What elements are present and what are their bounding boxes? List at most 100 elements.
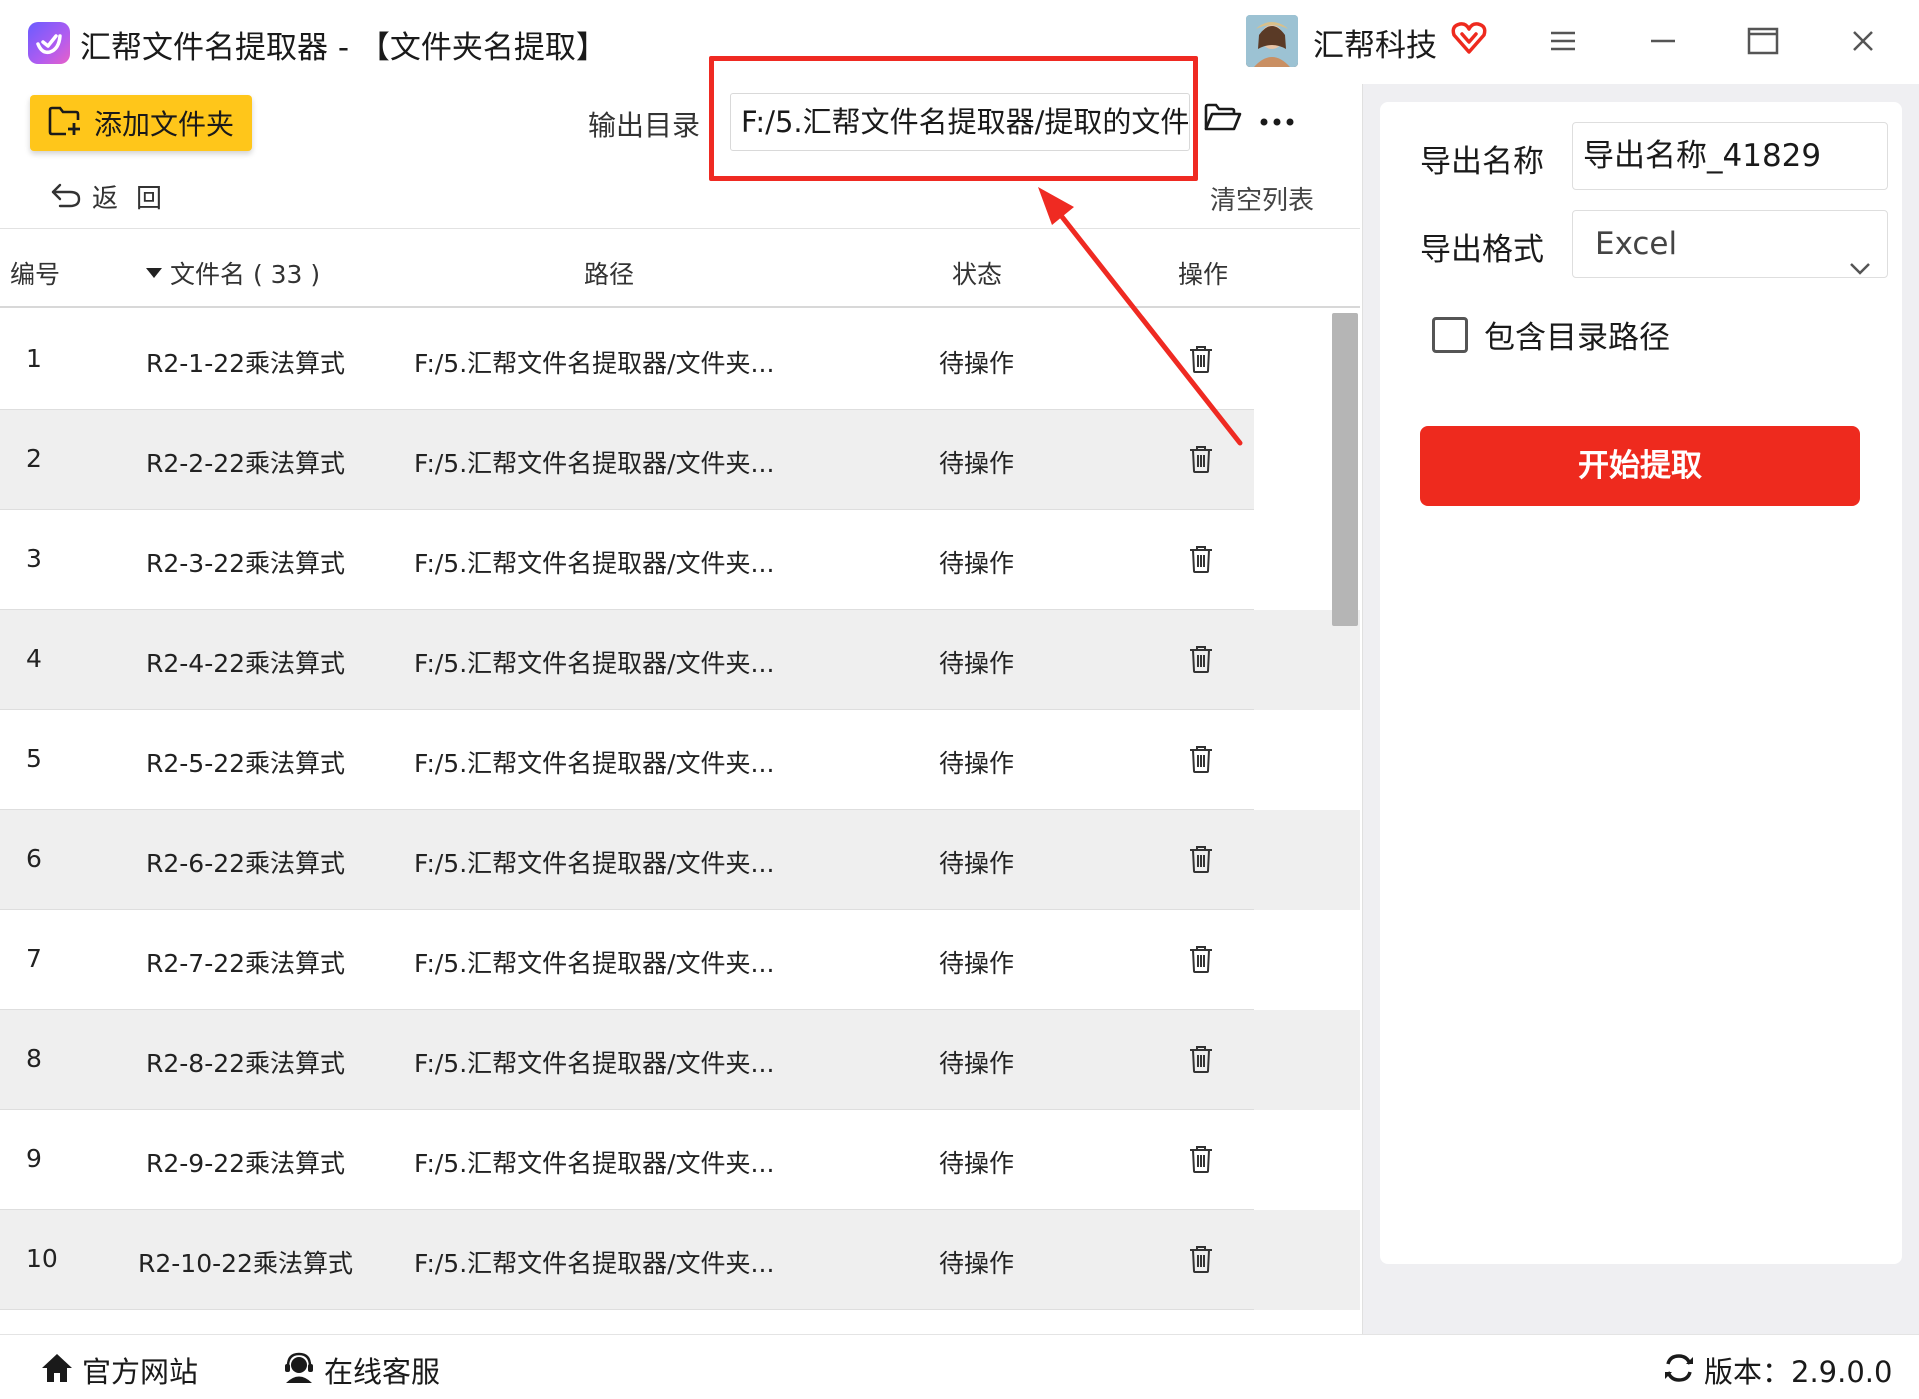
table-row[interactable]: 2 R2-2-22乘法算式 F:/5.汇帮文件名提取器/文件夹... 待操作 [0, 410, 1254, 510]
row-number: 10 [26, 1244, 58, 1273]
row-filename: R2-7-22乘法算式 [146, 949, 346, 978]
trash-icon[interactable] [1188, 944, 1214, 980]
column-header-action: 操作 [1178, 260, 1229, 289]
maximize-icon[interactable] [1738, 16, 1788, 66]
column-header-path: 路径 [584, 260, 635, 289]
row-path: F:/5.汇帮文件名提取器/文件夹... [414, 849, 775, 878]
website-label: 官方网站 [82, 1355, 199, 1389]
row-path: F:/5.汇帮文件名提取器/文件夹... [414, 1249, 775, 1278]
window-title: 汇帮文件名提取器 - 【文件夹名提取】 [80, 30, 607, 66]
row-status: 待操作 [939, 1249, 1015, 1278]
more-icon[interactable] [1260, 111, 1294, 130]
avatar[interactable] [1246, 15, 1298, 67]
trash-icon[interactable] [1188, 1244, 1214, 1280]
trash-icon[interactable] [1188, 644, 1214, 680]
column-header-filename[interactable]: 文件名 ( 33 ) [146, 255, 320, 291]
column-header-status: 状态 [952, 260, 1003, 289]
export-format-select[interactable]: Excel [1572, 210, 1888, 278]
back-arrow-icon [50, 181, 82, 213]
row-filename: R2-9-22乘法算式 [146, 1149, 346, 1178]
trash-icon[interactable] [1188, 1044, 1214, 1080]
trash-icon[interactable] [1188, 544, 1214, 580]
website-link[interactable]: 官方网站 [40, 1349, 198, 1391]
back-label: 返回 [92, 184, 181, 214]
table-row[interactable]: 7 R2-7-22乘法算式 F:/5.汇帮文件名提取器/文件夹... 待操作 [0, 910, 1254, 1010]
row-path: F:/5.汇帮文件名提取器/文件夹... [414, 349, 775, 378]
trash-icon[interactable] [1188, 344, 1214, 380]
start-extract-button[interactable]: 开始提取 [1420, 426, 1860, 506]
table-row[interactable]: 1 R2-1-22乘法算式 F:/5.汇帮文件名提取器/文件夹... 待操作 [0, 310, 1254, 410]
add-folder-icon [48, 105, 82, 141]
row-number: 7 [26, 944, 42, 973]
headset-icon [282, 1352, 316, 1388]
row-status: 待操作 [939, 449, 1015, 478]
minimize-icon[interactable] [1638, 16, 1688, 66]
close-icon[interactable] [1838, 16, 1888, 66]
row-filename: R2-6-22乘法算式 [146, 849, 346, 878]
version-info[interactable]: 版本：2.9.0.0 [1662, 1349, 1892, 1391]
add-folder-button[interactable]: 添加文件夹 [30, 95, 252, 151]
include-path-label: 包含目录路径 [1484, 320, 1670, 356]
include-path-checkbox[interactable] [1432, 316, 1468, 353]
export-name-label: 导出名称 [1420, 144, 1544, 180]
row-path: F:/5.汇帮文件名提取器/文件夹... [414, 1049, 775, 1078]
row-path: F:/5.汇帮文件名提取器/文件夹... [414, 949, 775, 978]
table-row[interactable]: 9 R2-9-22乘法算式 F:/5.汇帮文件名提取器/文件夹... 待操作 [0, 1110, 1254, 1210]
company-name: 汇帮科技 [1313, 28, 1437, 64]
vip-heart-icon[interactable] [1449, 18, 1489, 62]
row-filename: R2-3-22乘法算式 [146, 549, 346, 578]
clear-list-button[interactable]: 清空列表 [1210, 180, 1314, 217]
online-service-label: 在线客服 [324, 1355, 441, 1389]
table-row[interactable]: 4 R2-4-22乘法算式 F:/5.汇帮文件名提取器/文件夹... 待操作 [0, 610, 1254, 710]
row-filename: R2-8-22乘法算式 [146, 1049, 346, 1078]
row-path: F:/5.汇帮文件名提取器/文件夹... [414, 1149, 775, 1178]
table-header: 编号 文件名 ( 33 ) 路径 状态 操作 [0, 228, 1360, 308]
version-label: 版本：2.9.0.0 [1704, 1355, 1893, 1389]
folder-open-icon[interactable] [1204, 103, 1242, 137]
output-dir-input[interactable]: F:/5.汇帮文件名提取器/提取的文件 [730, 93, 1190, 151]
include-path-option[interactable]: 包含目录路径 [1432, 312, 1670, 357]
table-row[interactable]: 5 R2-5-22乘法算式 F:/5.汇帮文件名提取器/文件夹... 待操作 [0, 710, 1254, 810]
chevron-down-icon [1849, 233, 1871, 299]
app-logo-icon [28, 22, 70, 64]
row-status: 待操作 [939, 949, 1015, 978]
back-button[interactable]: 返回 [50, 178, 180, 215]
row-number: 9 [26, 1144, 42, 1173]
trash-icon[interactable] [1188, 744, 1214, 780]
table-row[interactable]: 6 R2-6-22乘法算式 F:/5.汇帮文件名提取器/文件夹... 待操作 [0, 810, 1254, 910]
column-header-number: 编号 [10, 260, 61, 289]
export-name-input[interactable]: 导出名称_41829 [1572, 122, 1888, 190]
table-row[interactable]: 3 R2-3-22乘法算式 F:/5.汇帮文件名提取器/文件夹... 待操作 [0, 510, 1254, 610]
scrollbar-thumb[interactable] [1332, 313, 1358, 626]
table-row[interactable]: 10 R2-10-22乘法算式 F:/5.汇帮文件名提取器/文件夹... 待操作 [0, 1210, 1254, 1310]
row-status: 待操作 [939, 1149, 1015, 1178]
row-status: 待操作 [939, 649, 1015, 678]
row-number: 5 [26, 744, 42, 773]
table-row[interactable]: 8 R2-8-22乘法算式 F:/5.汇帮文件名提取器/文件夹... 待操作 [0, 1010, 1254, 1110]
export-format-value: Excel [1595, 226, 1678, 262]
sort-down-icon [146, 268, 162, 278]
trash-icon[interactable] [1188, 844, 1214, 880]
table-body: 1 R2-1-22乘法算式 F:/5.汇帮文件名提取器/文件夹... 待操作 2… [0, 310, 1254, 1310]
row-status: 待操作 [939, 749, 1015, 778]
row-number: 4 [26, 644, 42, 673]
row-filename: R2-2-22乘法算式 [146, 449, 346, 478]
output-dir-label: 输出目录 [588, 109, 701, 142]
row-filename: R2-1-22乘法算式 [146, 349, 346, 378]
row-number: 2 [26, 444, 42, 473]
row-filename: R2-10-22乘法算式 [138, 1249, 353, 1278]
row-number: 1 [26, 344, 42, 373]
trash-icon[interactable] [1188, 1144, 1214, 1180]
row-filename: R2-4-22乘法算式 [146, 649, 346, 678]
row-number: 6 [26, 844, 42, 873]
row-path: F:/5.汇帮文件名提取器/文件夹... [414, 449, 775, 478]
row-status: 待操作 [939, 849, 1015, 878]
row-status: 待操作 [939, 549, 1015, 578]
title-bar: 汇帮文件名提取器 - 【文件夹名提取】 汇帮科技 [0, 0, 1919, 84]
refresh-icon [1662, 1352, 1696, 1388]
online-service-link[interactable]: 在线客服 [282, 1349, 440, 1391]
row-path: F:/5.汇帮文件名提取器/文件夹... [414, 549, 775, 578]
trash-icon[interactable] [1188, 444, 1214, 480]
home-icon [40, 1352, 74, 1388]
menu-icon[interactable] [1538, 16, 1588, 66]
